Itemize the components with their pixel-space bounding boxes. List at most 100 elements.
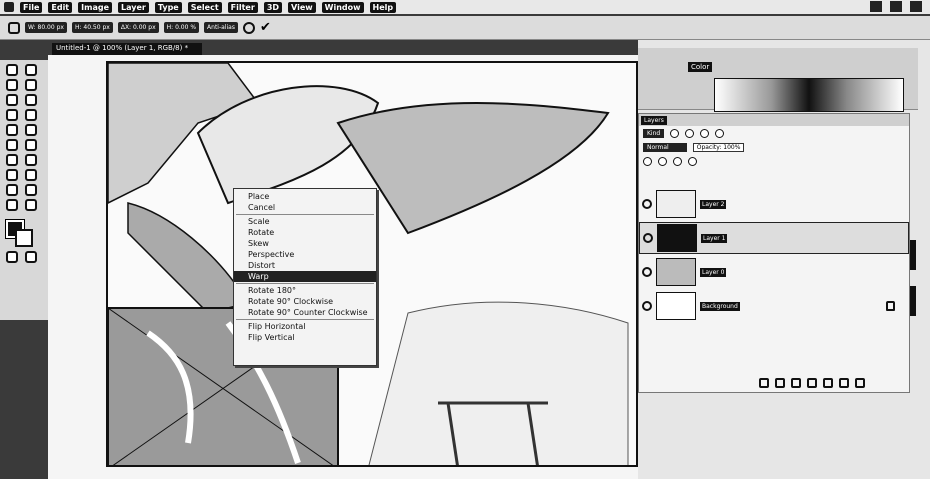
brush-tool-icon[interactable] [25,109,37,121]
crop-tool-icon[interactable] [6,94,18,106]
kind-filter-dropdown[interactable]: Kind [643,128,665,138]
panel-scrollbar[interactable] [910,240,916,270]
screen-mode-icon[interactable] [25,251,37,263]
path-select-tool-icon[interactable] [6,184,18,196]
stamp-tool-icon[interactable] [6,124,18,136]
menu-filter[interactable]: Filter [227,1,258,13]
menu-item-place[interactable]: Place [234,191,376,202]
menu-item-skew[interactable]: Skew [234,238,376,249]
menu-item-rotate-90-ccw[interactable]: Rotate 90° Counter Clockwise [234,307,376,318]
antialias-toggle[interactable]: Anti-alias [204,22,238,33]
quick-select-tool-icon[interactable] [25,79,37,91]
new-layer-icon[interactable] [839,378,849,388]
shape-filter-icon[interactable] [715,128,725,138]
delete-layer-icon[interactable] [855,378,865,388]
blur-tool-icon[interactable] [6,154,18,166]
lock-transparency-icon[interactable] [643,156,652,166]
eye-icon[interactable] [643,233,653,243]
blend-mode-dropdown[interactable]: Normal [643,142,687,152]
menu-3d[interactable]: 3D [263,1,283,13]
scale-field[interactable]: H: 0.00 % [163,22,200,33]
menu-select[interactable]: Select [187,1,222,13]
pixel-filter-icon[interactable] [670,128,680,138]
menu-divider [236,319,374,320]
menu-item-warp[interactable]: Warp [234,271,376,282]
menu-item-rotate[interactable]: Rotate [234,227,376,238]
layer-thumbnail [657,224,697,252]
menu-file[interactable]: File [20,1,43,13]
layer-name[interactable]: Layer 0 [700,267,727,277]
add-mask-icon[interactable] [791,378,801,388]
menu-item-flip-vertical[interactable]: Flip Vertical [234,332,376,343]
shape-tool-icon[interactable] [25,184,37,196]
menu-image[interactable]: Image [78,1,113,13]
close-button[interactable] [910,1,922,12]
width-field[interactable]: W: 80.00 px [25,22,67,33]
menu-item-rotate-180[interactable]: Rotate 180° [234,285,376,296]
layer-row[interactable]: Layer 0 [639,256,909,288]
hand-tool-icon[interactable] [6,199,18,211]
cancel-icon[interactable] [242,21,255,34]
gradient-tool-icon[interactable] [25,139,37,151]
eye-icon[interactable] [642,199,652,209]
tools-panel [0,60,48,320]
menu-item-perspective[interactable]: Perspective [234,249,376,260]
dodge-tool-icon[interactable] [25,154,37,166]
layer-thumbnail [656,258,696,286]
panel-scrollbar[interactable] [910,286,916,316]
eye-icon[interactable] [642,267,652,277]
lock-position-icon[interactable] [673,156,682,166]
menu-help[interactable]: Help [369,1,397,13]
document-tab[interactable]: Untitled-1 @ 100% (Layer 1, RGB/8) * [52,43,202,55]
adjustment-filter-icon[interactable] [685,128,695,138]
eraser-tool-icon[interactable] [6,139,18,151]
new-group-icon[interactable] [823,378,833,388]
eyedropper-tool-icon[interactable] [25,94,37,106]
lock-all-icon[interactable] [688,156,697,166]
height-field[interactable]: H: 40.50 px [71,22,113,33]
x-field[interactable]: ΔX: 0.00 px [117,22,159,33]
lock-icon[interactable] [886,301,895,311]
history-brush-tool-icon[interactable] [25,124,37,136]
opacity-field[interactable]: Opacity: 100% [692,142,745,152]
type-filter-icon[interactable] [700,128,710,138]
quick-mask-icon[interactable] [6,251,18,263]
healing-tool-icon[interactable] [6,109,18,121]
type-tool-icon[interactable] [25,169,37,181]
maximize-button[interactable] [890,1,902,12]
pen-tool-icon[interactable] [6,169,18,181]
layer-row-selected[interactable]: Layer 1 [639,222,909,254]
tab-layers[interactable]: Layers [641,116,667,125]
menu-view[interactable]: View [288,1,316,13]
background-color-swatch[interactable] [15,229,33,247]
zoom-tool-icon[interactable] [25,199,37,211]
eye-icon[interactable] [642,301,652,311]
link-layers-icon[interactable] [759,378,769,388]
lock-pixels-icon[interactable] [658,156,667,166]
menu-item-rotate-90-cw[interactable]: Rotate 90° Clockwise [234,296,376,307]
layer-name[interactable]: Layer 1 [701,233,728,243]
menu-edit[interactable]: Edit [48,1,73,13]
minimize-button[interactable] [870,1,882,12]
menu-item-scale[interactable]: Scale [234,216,376,227]
layer-name[interactable]: Background [700,301,740,311]
right-panels: Color Layers Kind Normal Opacity: 100% L… [638,40,930,479]
marquee-tool-icon[interactable] [25,64,37,76]
menu-type[interactable]: Type [154,1,182,13]
color-ramp[interactable] [714,78,904,112]
menu-layer[interactable]: Layer [118,1,149,13]
tab-color[interactable]: Color [688,62,713,72]
tool-preset-icon[interactable] [8,21,20,34]
layer-row[interactable]: Layer 2 [639,188,909,220]
layer-name[interactable]: Layer 2 [700,199,727,209]
menu-item-cancel[interactable]: Cancel [234,202,376,213]
lasso-tool-icon[interactable] [6,79,18,91]
adjustment-layer-icon[interactable] [807,378,817,388]
move-tool-icon[interactable] [6,64,18,76]
check-icon[interactable]: ✔ [260,20,271,35]
menu-item-distort[interactable]: Distort [234,260,376,271]
menu-item-flip-horizontal[interactable]: Flip Horizontal [234,321,376,332]
layer-row[interactable]: Background [639,290,909,322]
layer-style-icon[interactable] [775,378,785,388]
menu-window[interactable]: Window [321,1,364,13]
